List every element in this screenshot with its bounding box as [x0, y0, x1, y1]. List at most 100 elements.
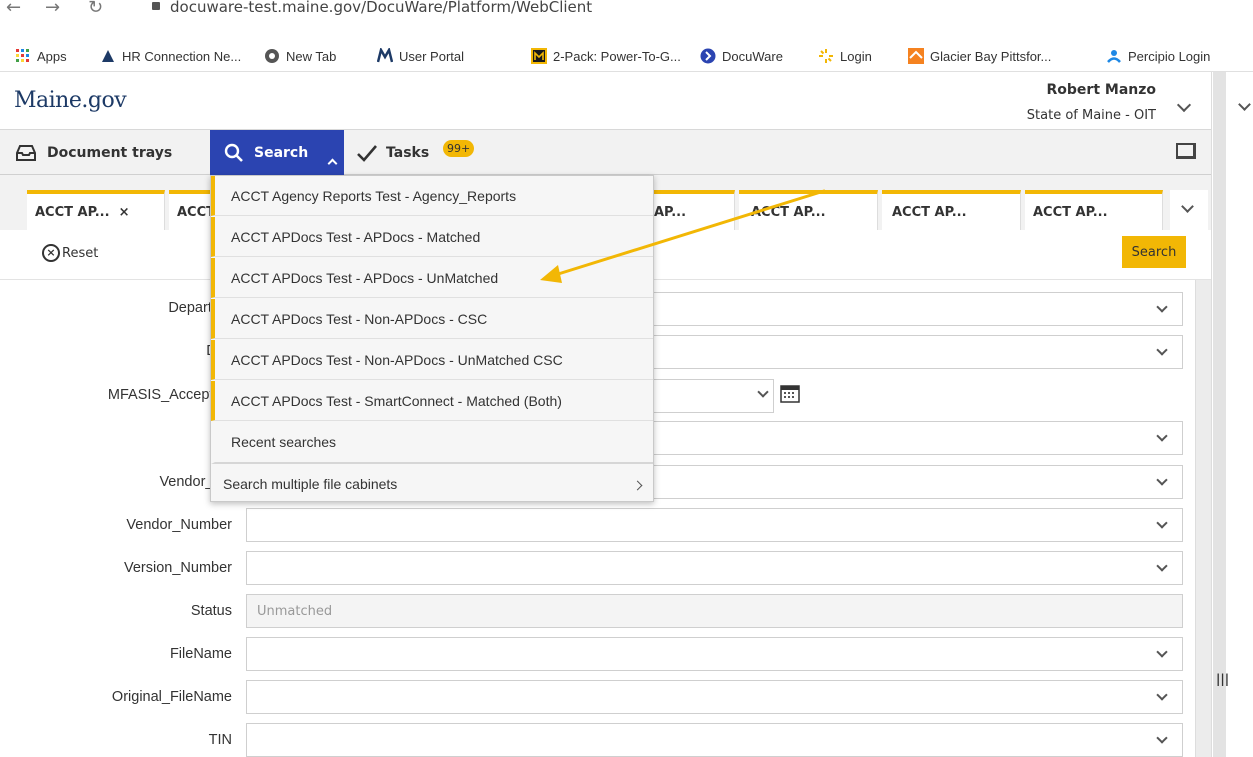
- browser-address-bar: ← → ↻ docuware-test.maine.gov/DocuWare/P…: [0, 0, 1253, 38]
- menu-item-search-dialog[interactable]: ACCT Agency Reports Test - Agency_Report…: [211, 176, 653, 216]
- chevron-right-icon: [632, 480, 643, 491]
- bookmark-label: DocuWare: [722, 48, 783, 64]
- search-submit-button[interactable]: Search: [1122, 236, 1186, 268]
- menu-item-search-dialog[interactable]: ACCT APDocs Test - Non-APDocs - UnMatche…: [211, 340, 653, 380]
- user-name[interactable]: Robert Manzo: [1047, 82, 1157, 98]
- resize-grip-icon[interactable]: |||: [1216, 672, 1229, 686]
- bookmark-label: User Portal: [399, 48, 465, 64]
- status-value: Unmatched: [257, 603, 333, 619]
- bookmark-login[interactable]: Login: [818, 46, 872, 66]
- chevron-up-icon: [327, 158, 338, 169]
- m-logo-icon: [531, 48, 547, 64]
- bookmark-new-tab[interactable]: New Tab: [264, 46, 336, 66]
- field-label: FileName: [169, 646, 232, 662]
- bookmark-user-portal[interactable]: User Portal: [377, 46, 464, 66]
- close-circle-icon: ×: [42, 244, 60, 262]
- reload-icon[interactable]: ↻: [88, 0, 103, 17]
- tab-4[interactable]: ACCT AP...: [739, 190, 878, 230]
- chevron-down-icon[interactable]: [1156, 689, 1168, 701]
- calendar-icon[interactable]: [779, 382, 801, 404]
- vendor-number-field[interactable]: [246, 508, 1183, 542]
- menu-item-search-dialog[interactable]: ACCT APDocs Test - APDocs - Matched: [211, 217, 653, 257]
- tin-field[interactable]: [246, 723, 1183, 757]
- chevron-down-icon[interactable]: [1156, 560, 1168, 572]
- lock-icon: [152, 2, 160, 10]
- field-label: MFASIS_Accept_D: [107, 387, 232, 403]
- menu-item-search-dialog[interactable]: ACCT APDocs Test - APDocs - UnMatched: [211, 258, 653, 298]
- menu-item-label: ACCT Agency Reports Test - Agency_Report…: [231, 187, 517, 204]
- chevron-down-icon[interactable]: [1156, 430, 1168, 442]
- reset-button[interactable]: × Reset: [42, 244, 98, 262]
- tasks-label: Tasks: [386, 144, 430, 161]
- bookmark-label: Login: [840, 48, 872, 64]
- tab-label: AP...: [654, 204, 687, 220]
- menu-item-label: ACCT APDocs Test - Non-APDocs - CSC: [231, 310, 488, 327]
- search-menu-button[interactable]: Search: [210, 130, 344, 175]
- menu-item-search-dialog[interactable]: ACCT APDocs Test - SmartConnect - Matche…: [211, 381, 653, 421]
- chevron-down-icon[interactable]: [1156, 301, 1168, 313]
- menu-item-label: ACCT APDocs Test - APDocs - Matched: [231, 228, 481, 245]
- tab-5[interactable]: ACCT AP...: [882, 190, 1021, 230]
- user-portal-icon: [377, 48, 393, 63]
- tab-2[interactable]: ACCT: [169, 190, 215, 230]
- field-label: Fis: [0, 430, 232, 446]
- chevron-down-icon[interactable]: [1156, 474, 1168, 486]
- chevron-down-icon[interactable]: [1156, 646, 1168, 658]
- bookmark-label: Apps: [37, 48, 67, 64]
- menu-item-search-multiple[interactable]: Search multiple file cabinets: [211, 466, 653, 502]
- tasks-button[interactable]: Tasks: [356, 130, 446, 175]
- back-arrow-icon[interactable]: ←: [6, 0, 21, 17]
- tab-6[interactable]: ACCT AP...: [1025, 190, 1163, 230]
- checkmark-icon: [357, 144, 377, 162]
- chevron-down-icon[interactable]: [1156, 732, 1168, 744]
- tab-label: ACCT AP... ×: [35, 204, 130, 220]
- window-toggle-icon[interactable]: [1176, 143, 1196, 159]
- menu-item-search-dialog[interactable]: ACCT APDocs Test - Non-APDocs - CSC: [211, 299, 653, 339]
- login-sun-icon: [819, 49, 833, 63]
- page-scrollbar-thumb[interactable]: [1213, 72, 1226, 757]
- menu-item-label: Search multiple file cabinets: [223, 476, 398, 492]
- tasks-count-badge: 99+: [443, 140, 475, 157]
- form-scrollbar[interactable]: [1195, 280, 1211, 757]
- bookmark-glacier-bay[interactable]: Glacier Bay Pittsfor...: [908, 46, 1051, 66]
- field-label: Vendor_Na: [159, 474, 232, 490]
- bookmark-label: HR Connection Ne...: [122, 48, 242, 64]
- menu-item-label: ACCT APDocs Test - APDocs - UnMatched: [231, 269, 499, 286]
- url-field[interactable]: docuware-test.maine.gov/DocuWare/Platfor…: [170, 0, 592, 15]
- bookmark-2-pack[interactable]: 2-Pack: Power-To-G...: [531, 46, 681, 66]
- menu-item-label: Recent searches: [231, 434, 337, 450]
- document-trays-label: Document trays: [47, 144, 173, 161]
- field-label: Status: [190, 603, 232, 619]
- status-field: Unmatched: [246, 594, 1183, 628]
- version-number-field[interactable]: [246, 551, 1183, 585]
- filename-field[interactable]: [246, 637, 1183, 671]
- menu-item-recent-searches[interactable]: Recent searches: [211, 422, 653, 464]
- menu-item-label: ACCT APDocs Test - Non-APDocs - UnMatche…: [231, 351, 563, 368]
- percipio-icon: [1107, 50, 1121, 63]
- chevron-down-icon[interactable]: [1156, 344, 1168, 356]
- chevron-down-icon[interactable]: [1176, 97, 1192, 113]
- field-label: Version_Number: [124, 560, 232, 576]
- tab-label: ACCT AP...: [892, 204, 967, 220]
- tab-active[interactable]: ACCT AP... ×: [27, 190, 165, 230]
- bookmark-apps[interactable]: Apps: [15, 46, 67, 66]
- search-menu-label: Search: [254, 144, 309, 161]
- bookmark-docuware[interactable]: DocuWare: [700, 46, 783, 66]
- search-icon: [224, 143, 243, 162]
- forward-arrow-icon[interactable]: →: [45, 0, 60, 17]
- tab-label: ACCT AP...: [751, 204, 826, 220]
- field-label: Original_FileName: [111, 689, 232, 705]
- bookmark-percipio[interactable]: Percipio Login: [1106, 46, 1210, 66]
- bookmark-hr-connection[interactable]: HR Connection Ne...: [100, 46, 241, 66]
- document-trays-button[interactable]: Document trays: [15, 130, 205, 175]
- app-header: Maine.gov Robert Manzo State of Maine - …: [0, 72, 1211, 130]
- bookmark-label: Glacier Bay Pittsfor...: [930, 48, 1052, 64]
- tab-label: ACCT AP...: [1033, 204, 1108, 220]
- field-label: TIN: [208, 732, 232, 748]
- chevron-down-icon[interactable]: [1156, 517, 1168, 529]
- bookmark-label: 2-Pack: Power-To-G...: [553, 48, 681, 64]
- original-filename-field[interactable]: [246, 680, 1183, 714]
- bookmark-label: New Tab: [286, 48, 337, 64]
- maine-gov-logo: Maine.gov: [14, 88, 127, 113]
- chevron-down-icon[interactable]: [757, 386, 769, 398]
